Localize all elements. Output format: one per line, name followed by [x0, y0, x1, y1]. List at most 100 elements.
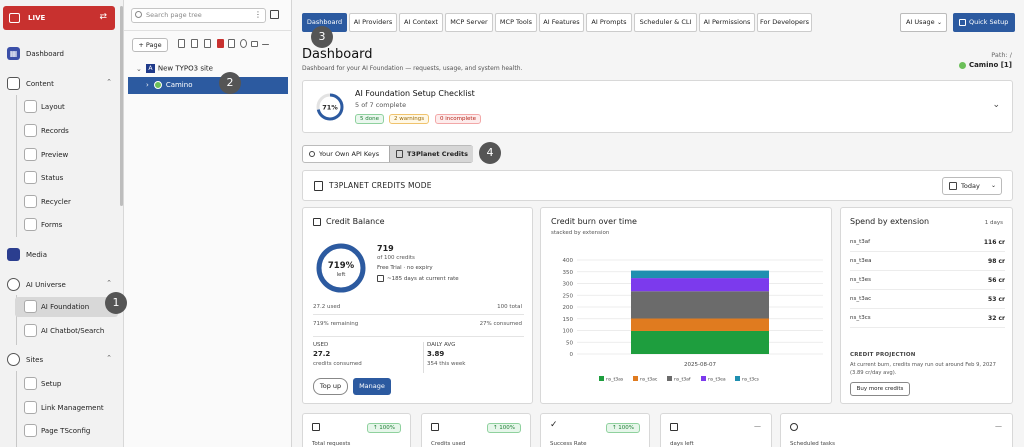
bar-segment-ns_t3ac	[631, 318, 769, 331]
globe-icon	[7, 353, 20, 366]
menu-item-setup[interactable]: Setup	[0, 374, 118, 394]
warnings-badge: 2 warnings	[389, 114, 430, 124]
quick-setup-label: Quick Setup	[969, 18, 1009, 26]
t3planet-credits-button[interactable]: T3Planet Credits	[389, 146, 473, 162]
menu-item-status[interactable]: Status	[0, 168, 118, 188]
list-icon	[312, 423, 320, 431]
menu-item-dashboard[interactable]: ▦ Dashboard	[0, 44, 118, 64]
menu-group-content[interactable]: Content ⌃	[0, 74, 118, 94]
menu-scrollbar[interactable]	[120, 6, 123, 206]
top-up-button[interactable]: Top up	[313, 378, 348, 395]
tab-for-developers[interactable]: For Developers	[757, 13, 812, 32]
page-doktype-icon[interactable]	[228, 39, 235, 48]
tab-mcp-tools[interactable]: MCP Tools	[495, 13, 537, 32]
tab-ai-prompts[interactable]: AI Prompts	[586, 13, 632, 32]
manage-button[interactable]: Manage	[353, 378, 391, 395]
menu-label: Link Management	[41, 404, 104, 412]
legend-label: ns_t3cs	[742, 377, 760, 383]
chevron-down-icon: ⌄	[936, 19, 942, 26]
trend-badge: ↑ 100%	[487, 423, 521, 433]
tab-ai-context[interactable]: AI Context	[399, 13, 443, 32]
used-value: 27.2	[313, 350, 331, 358]
more-vertical-icon[interactable]: ⋮	[254, 10, 262, 19]
menu-label: Forms	[41, 221, 63, 229]
tab-ai-permissions[interactable]: AI Permissions	[699, 13, 755, 32]
menu-item-ai-foundation[interactable]: AI Foundation	[15, 297, 118, 317]
consumed-line: 27% consumed	[479, 321, 522, 327]
tree-search-input[interactable]: Search page tree	[131, 8, 266, 23]
menu-item-recycler[interactable]: Recycler	[0, 192, 118, 212]
spend-title: Spend by extension	[850, 217, 930, 226]
tab-mcp-server[interactable]: MCP Server	[445, 13, 493, 32]
credits-mode-title: T3PLANET CREDITS MODE	[329, 181, 432, 190]
new-page-button[interactable]: + Page	[132, 38, 168, 52]
wallet-icon	[314, 181, 323, 191]
legend-swatch	[701, 376, 706, 381]
menu-item-layout[interactable]: Layout	[0, 97, 118, 117]
tab-ai-features[interactable]: AI Features	[539, 13, 584, 32]
link-doktype-icon[interactable]	[240, 39, 247, 48]
quick-setup-button[interactable]: Quick Setup	[953, 13, 1015, 32]
menu-label: AI Foundation	[41, 303, 90, 311]
legend-swatch	[735, 376, 740, 381]
tree-root-node[interactable]: ⌄ A New TYPO3 site	[136, 64, 213, 73]
setup-checklist[interactable]: 71% AI Foundation Setup Checklist 5 of 7…	[302, 80, 1013, 133]
stat-label: Total requests	[312, 441, 351, 447]
menu-label: AI Chatbot/Search	[41, 327, 105, 335]
step-marker: 3	[311, 26, 333, 48]
trend-badge: ↑ 100%	[606, 423, 640, 433]
stat-days-left: — days left	[660, 413, 772, 447]
menu-group-sites[interactable]: Sites ⌃	[0, 350, 118, 370]
menu-item-media[interactable]: Media	[0, 245, 118, 265]
page-doktype-icon[interactable]	[217, 39, 224, 48]
menu-item-forms[interactable]: Forms	[0, 215, 118, 235]
ai-usage-dropdown[interactable]: AI Usage ⌄	[900, 13, 947, 32]
tab-ai-providers[interactable]: AI Providers	[349, 13, 397, 32]
tab-scheduler-cli[interactable]: Scheduler & CLI	[634, 13, 697, 32]
page-doktype-icon[interactable]	[204, 39, 211, 48]
menu-item-preview[interactable]: Preview	[0, 145, 118, 165]
avg-label: DAILY AVG	[427, 342, 456, 348]
chevron-down-icon[interactable]: ⌄	[992, 100, 1000, 110]
bar-segment-ns_t3ea	[631, 278, 769, 292]
stat-total-requests: ↑ 100% Total requests	[302, 413, 411, 447]
page-doktype-icon[interactable]	[191, 39, 198, 48]
spend-value: 56 cr	[988, 277, 1005, 284]
page-subtitle: Dashboard for your AI Foundation — reque…	[302, 65, 523, 72]
own-api-keys-button[interactable]: Your Own API Keys	[303, 146, 389, 162]
menu-label: Layout	[41, 103, 65, 111]
y-tick-label: 100	[563, 329, 574, 335]
bar-segment-ns_t3af	[631, 291, 769, 319]
status-icon	[24, 171, 37, 184]
divider	[313, 314, 524, 315]
folder-doktype-icon[interactable]	[251, 41, 258, 47]
tree-node-label: Camino	[165, 81, 193, 89]
stat-label: days left	[670, 441, 694, 447]
menu-item-records[interactable]: Records	[0, 121, 118, 141]
chevron-right-icon[interactable]: ›	[146, 81, 149, 89]
menu-label: Page TSconfig	[41, 427, 91, 435]
buy-more-credits-button[interactable]: Buy more credits	[850, 382, 910, 396]
menu-group-ai-universe[interactable]: AI Universe ⌃	[0, 275, 118, 295]
chevron-up-icon[interactable]: ⌃	[106, 354, 112, 362]
chevron-up-icon[interactable]: ⌃	[106, 279, 112, 287]
live-button[interactable]: LIVE ⇄	[3, 6, 115, 30]
menu-item-ai-chatbot[interactable]: AI Chatbot/Search	[0, 321, 118, 341]
date-range-select[interactable]: Today ⌄	[942, 177, 1002, 195]
separator-doktype-icon[interactable]	[262, 44, 269, 45]
globe-icon	[958, 61, 966, 69]
legend-label: ns_t3ea	[708, 377, 726, 383]
menu-label: Recycler	[41, 198, 71, 206]
balance-days-left: ~185 days at current rate	[387, 276, 459, 282]
done-badge: 5 done	[355, 114, 384, 124]
menu-item-link-management[interactable]: Link Management	[0, 398, 118, 418]
page-doktype-icon[interactable]	[178, 39, 185, 48]
incomplete-badge: 0 incomplete	[435, 114, 481, 124]
menu-item-page-tsconfig[interactable]: Page TSconfig	[0, 421, 118, 441]
tree-node-camino[interactable]: › Camino	[128, 77, 288, 94]
spend-range: 1 days	[984, 220, 1003, 226]
chevron-up-icon[interactable]: ⌃	[106, 78, 112, 86]
chevron-down-icon[interactable]: ⌄	[136, 65, 142, 73]
legend-swatch	[633, 376, 638, 381]
collapse-panel-icon[interactable]	[270, 10, 279, 19]
